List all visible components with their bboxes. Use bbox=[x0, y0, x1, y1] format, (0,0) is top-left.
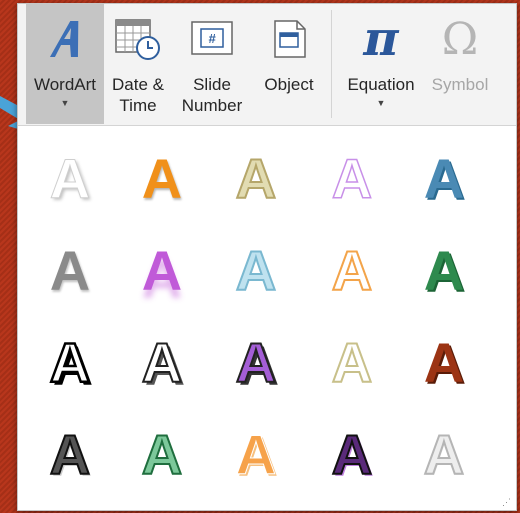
pi-icon: π bbox=[363, 10, 399, 67]
wordart-style-blue-gradient[interactable]: A bbox=[404, 139, 484, 219]
wordart-icon bbox=[49, 21, 79, 57]
wordart-style-green-gradient[interactable]: A bbox=[404, 231, 484, 311]
object-button[interactable]: Object bbox=[254, 4, 324, 124]
slide-number-icon: # bbox=[191, 21, 233, 55]
omega-icon: Ω bbox=[441, 13, 479, 65]
svg-text:#: # bbox=[208, 31, 216, 46]
wordart-style-gallery: A A A A A A A A A A A A A A A A A A A A bbox=[30, 131, 506, 501]
wordart-button[interactable]: WordArt ▼ bbox=[26, 4, 104, 124]
wordart-style-purple-black-outline[interactable]: A bbox=[216, 323, 296, 403]
ribbon-divider bbox=[331, 10, 332, 118]
wordart-style-black-outline-white[interactable]: A bbox=[30, 323, 110, 403]
wordart-style-plain-white[interactable]: A bbox=[30, 139, 110, 219]
wordart-style-tan-outline[interactable]: A bbox=[216, 139, 296, 219]
object-label: Object bbox=[264, 75, 314, 94]
wordart-style-light-blue-outline[interactable]: A bbox=[216, 231, 296, 311]
wordart-style-white-black-shadow[interactable]: A bbox=[122, 323, 202, 403]
ribbon-group: WordArt ▼ Date & Time # Slide Number Obj… bbox=[18, 4, 516, 126]
wordart-style-orange-outline[interactable]: A bbox=[312, 231, 392, 311]
equation-button[interactable]: π Equation ▼ bbox=[340, 4, 422, 124]
date-time-label-1: Date & bbox=[112, 75, 164, 94]
date-time-label-2: Time bbox=[119, 96, 157, 115]
date-time-button[interactable]: Date & Time bbox=[106, 4, 170, 124]
chevron-down-icon[interactable]: ▼ bbox=[340, 97, 422, 109]
wordart-style-brown-bevel[interactable]: A bbox=[404, 323, 484, 403]
wordart-style-purple-black-pattern[interactable]: A bbox=[312, 415, 392, 495]
wordart-style-gray-gradient[interactable]: A bbox=[30, 231, 110, 311]
wordart-style-black-stripes[interactable]: A bbox=[30, 415, 110, 495]
equation-label: Equation bbox=[347, 75, 415, 94]
slide-number-label-2: Number bbox=[181, 96, 243, 115]
wordart-style-tan-light-outline[interactable]: A bbox=[312, 323, 392, 403]
wordart-style-purple-reflection[interactable]: A bbox=[122, 231, 202, 311]
slide-number-label-1: Slide bbox=[193, 75, 231, 94]
resize-grip-icon[interactable]: ⋰ bbox=[502, 497, 512, 507]
chevron-down-icon[interactable]: ▼ bbox=[26, 97, 104, 109]
wordart-style-orange-fill[interactable]: A bbox=[122, 139, 202, 219]
wordart-style-gray-outline-pattern[interactable]: A bbox=[404, 415, 484, 495]
wordart-label: WordArt bbox=[33, 75, 97, 94]
wordart-style-lavender-outline[interactable]: A bbox=[312, 139, 392, 219]
symbol-label: Symbol bbox=[431, 75, 489, 94]
object-icon bbox=[274, 20, 306, 58]
wordart-style-orange-dots[interactable]: A bbox=[216, 415, 296, 495]
slide-number-button[interactable]: # Slide Number bbox=[176, 4, 248, 124]
wordart-style-green-stripes[interactable]: A bbox=[122, 415, 202, 495]
symbol-button: Ω Symbol bbox=[424, 4, 496, 124]
insert-text-panel: WordArt ▼ Date & Time # Slide Number Obj… bbox=[17, 3, 517, 511]
calendar-clock-icon bbox=[115, 19, 160, 60]
